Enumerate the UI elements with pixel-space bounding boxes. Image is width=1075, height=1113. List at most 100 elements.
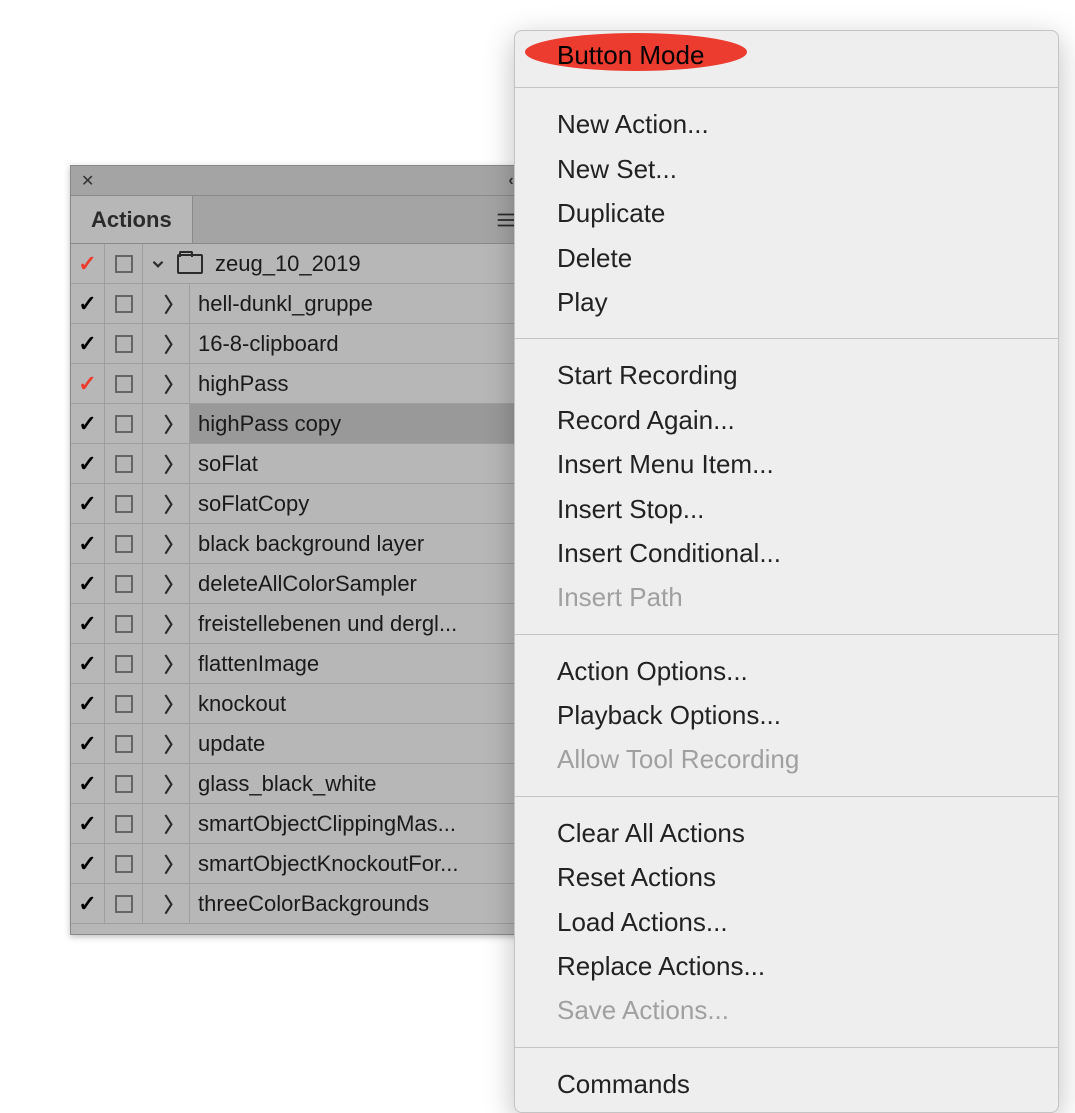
toggle-check[interactable]: ✓: [71, 284, 105, 323]
expand-toggle[interactable]: [159, 769, 189, 798]
toggle-check[interactable]: ✓: [71, 564, 105, 603]
expand-toggle[interactable]: [159, 649, 189, 678]
close-icon[interactable]: ✕: [77, 171, 98, 191]
toggle-dialog[interactable]: [105, 324, 143, 363]
action-row[interactable]: ✓ black background layer: [71, 524, 529, 564]
menu-item[interactable]: New Set...: [515, 147, 1058, 191]
toggle-check[interactable]: ✓: [71, 724, 105, 763]
action-label-wrap[interactable]: flattenImage: [189, 644, 529, 683]
toggle-dialog[interactable]: [105, 524, 143, 563]
action-row[interactable]: ✓ flattenImage: [71, 644, 529, 684]
action-label-wrap[interactable]: 16-8-clipboard: [189, 324, 529, 363]
action-row[interactable]: ✓ smartObjectKnockoutFor...: [71, 844, 529, 884]
menu-item-button-mode[interactable]: Button Mode: [515, 31, 1058, 79]
menu-item[interactable]: Commands: [515, 1062, 1058, 1106]
action-label-wrap[interactable]: glass_black_white: [189, 764, 529, 803]
action-label-wrap[interactable]: black background layer: [189, 524, 529, 563]
expand-toggle[interactable]: [143, 255, 173, 273]
action-label-wrap[interactable]: deleteAllColorSampler: [189, 564, 529, 603]
expand-toggle[interactable]: [159, 609, 189, 638]
expand-toggle[interactable]: [159, 889, 189, 918]
expand-toggle[interactable]: [159, 809, 189, 838]
toggle-dialog[interactable]: [105, 804, 143, 843]
menu-item[interactable]: Delete: [515, 236, 1058, 280]
toggle-check[interactable]: ✓: [71, 684, 105, 723]
expand-toggle[interactable]: [159, 409, 189, 438]
expand-toggle[interactable]: [159, 529, 189, 558]
expand-toggle[interactable]: [159, 369, 189, 398]
toggle-dialog[interactable]: [105, 244, 143, 283]
toggle-check[interactable]: ✓: [71, 644, 105, 683]
toggle-dialog[interactable]: [105, 564, 143, 603]
toggle-check[interactable]: ✓: [71, 604, 105, 643]
toggle-dialog[interactable]: [105, 764, 143, 803]
expand-toggle[interactable]: [159, 489, 189, 518]
toggle-dialog[interactable]: [105, 644, 143, 683]
action-row[interactable]: ✓ highPass copy: [71, 404, 529, 444]
menu-item[interactable]: Duplicate: [515, 191, 1058, 235]
expand-toggle[interactable]: [159, 449, 189, 478]
action-label-wrap[interactable]: update: [189, 724, 529, 763]
action-row[interactable]: ✓ glass_black_white: [71, 764, 529, 804]
action-row[interactable]: ✓ soFlatCopy: [71, 484, 529, 524]
toggle-check[interactable]: ✓: [71, 884, 105, 923]
action-label-wrap[interactable]: hell-dunkl_gruppe: [189, 284, 529, 323]
toggle-check[interactable]: ✓: [71, 244, 105, 283]
action-row[interactable]: ✓threeColorBackgrounds: [71, 884, 529, 924]
action-row[interactable]: ✓ smartObjectClippingMas...: [71, 804, 529, 844]
action-label-wrap[interactable]: soFlat: [189, 444, 529, 483]
action-row[interactable]: ✓ 16-8-clipboard: [71, 324, 529, 364]
menu-item[interactable]: Clear All Actions: [515, 811, 1058, 855]
toggle-dialog[interactable]: [105, 364, 143, 403]
toggle-check[interactable]: ✓: [71, 524, 105, 563]
menu-item[interactable]: Action Options...: [515, 649, 1058, 693]
action-label-wrap[interactable]: highPass copy: [189, 404, 529, 443]
action-row[interactable]: ✓ freistellebenen und dergl...: [71, 604, 529, 644]
expand-toggle[interactable]: [159, 329, 189, 358]
action-label-wrap[interactable]: smartObjectKnockoutFor...: [189, 844, 529, 883]
action-row[interactable]: ✓ update: [71, 724, 529, 764]
toggle-dialog[interactable]: [105, 884, 143, 923]
set-label-wrap[interactable]: zeug_10_2019: [207, 244, 529, 283]
toggle-check[interactable]: ✓: [71, 364, 105, 403]
expand-toggle[interactable]: [159, 289, 189, 318]
toggle-check[interactable]: ✓: [71, 804, 105, 843]
toggle-check[interactable]: ✓: [71, 444, 105, 483]
toggle-check[interactable]: ✓: [71, 844, 105, 883]
toggle-check[interactable]: ✓: [71, 484, 105, 523]
toggle-check[interactable]: ✓: [71, 404, 105, 443]
expand-toggle[interactable]: [159, 729, 189, 758]
action-row[interactable]: ✓ hell-dunkl_gruppe: [71, 284, 529, 324]
menu-item[interactable]: Play: [515, 280, 1058, 324]
expand-toggle[interactable]: [159, 569, 189, 598]
toggle-check[interactable]: ✓: [71, 324, 105, 363]
action-label-wrap[interactable]: freistellebenen und dergl...: [189, 604, 529, 643]
toggle-dialog[interactable]: [105, 444, 143, 483]
menu-item[interactable]: New Action...: [515, 102, 1058, 146]
menu-item[interactable]: Insert Stop...: [515, 487, 1058, 531]
toggle-dialog[interactable]: [105, 404, 143, 443]
menu-item[interactable]: Start Recording: [515, 353, 1058, 397]
action-label-wrap[interactable]: highPass: [189, 364, 529, 403]
expand-toggle[interactable]: [159, 689, 189, 718]
menu-item[interactable]: Insert Conditional...: [515, 531, 1058, 575]
toggle-dialog[interactable]: [105, 604, 143, 643]
menu-item[interactable]: Reset Actions: [515, 855, 1058, 899]
toggle-check[interactable]: ✓: [71, 764, 105, 803]
expand-toggle[interactable]: [159, 849, 189, 878]
menu-item[interactable]: Load Actions...: [515, 900, 1058, 944]
action-row[interactable]: ✓ deleteAllColorSampler: [71, 564, 529, 604]
menu-item[interactable]: Record Again...: [515, 398, 1058, 442]
action-label-wrap[interactable]: knockout: [189, 684, 529, 723]
action-row[interactable]: ✓ highPass: [71, 364, 529, 404]
action-set-row[interactable]: ✓ zeug_10_2019: [71, 244, 529, 284]
toggle-dialog[interactable]: [105, 844, 143, 883]
menu-item[interactable]: Playback Options...: [515, 693, 1058, 737]
action-label-wrap[interactable]: soFlatCopy: [189, 484, 529, 523]
toggle-dialog[interactable]: [105, 484, 143, 523]
toggle-dialog[interactable]: [105, 284, 143, 323]
menu-item[interactable]: Insert Menu Item...: [515, 442, 1058, 486]
toggle-dialog[interactable]: [105, 684, 143, 723]
action-label-wrap[interactable]: smartObjectClippingMas...: [189, 804, 529, 843]
tab-actions[interactable]: Actions: [71, 196, 193, 243]
